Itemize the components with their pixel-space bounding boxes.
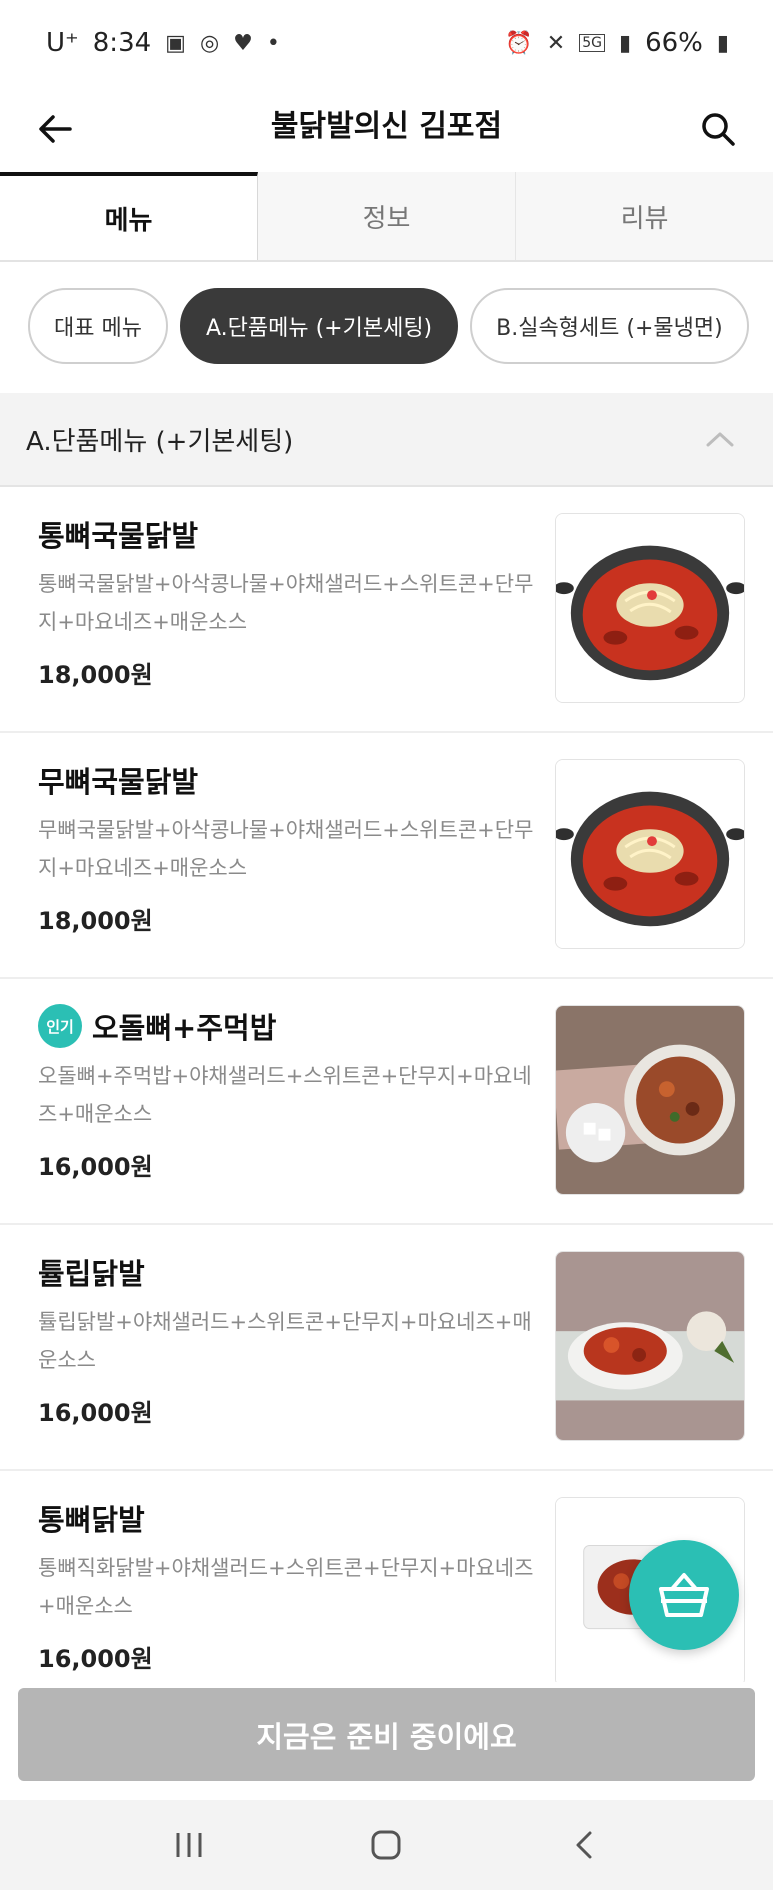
menu-item-info: 통뼈국물닭발 통뼈국물닭발+아삭콩나물+야채샐러드+스위트콘+단무지+마요네즈+… [38, 511, 538, 690]
home-button[interactable] [346, 1815, 426, 1875]
menu-item-name: 통뼈국물닭발 [38, 519, 199, 553]
chevron-up-icon[interactable] [705, 427, 735, 451]
menu-item[interactable]: 무뼈국물닭발 무뼈국물닭발+아삭콩나물+야채샐러드+스위트콘+단무지+마요네즈+… [0, 733, 773, 979]
chip-single-menu[interactable]: A.단품메뉴 (+기본세팅) [179, 288, 459, 364]
tab-menu[interactable]: 메뉴 [0, 172, 258, 260]
tab-reviews[interactable]: 리뷰 [516, 172, 773, 260]
battery-level: 66% [645, 28, 703, 58]
menu-item-description: 통뼈직화닭발+야채샐러드+스위트콘+단무지+마요네즈+매운소스 [38, 1556, 534, 1618]
clock: 8:34 [92, 28, 152, 58]
menu-item-photo[interactable] [555, 1251, 745, 1441]
dot-icon: • [266, 30, 280, 56]
section-title: A.단품메뉴 (+기본세팅) [26, 426, 294, 457]
basket-icon [659, 1573, 709, 1617]
menu-item-info: 인기 오돌뼈+주먹밥 오돌뼈+주먹밥+야채샐러드+스위트콘+단무지+마요네즈+매… [38, 1003, 538, 1182]
cart-button[interactable] [629, 1540, 739, 1650]
menu-item-description: 오돌뼈+주먹밥+야채샐러드+스위트콘+단무지+마요네즈+매운소스 [38, 1064, 532, 1126]
battery-icon: ▮ [716, 30, 729, 56]
preparing-button[interactable]: 지금은 준비 중이에요 [18, 1688, 755, 1781]
status-left: U⁺ 8:34 ▣ ◎ ♥ • [46, 28, 280, 58]
status-right: ⏰ ✕ 5G ▮ 66% ▮ [505, 28, 729, 58]
carrier-label: U⁺ [46, 28, 79, 58]
menu-item-price: 16,000원 [38, 1645, 153, 1673]
menu-item-description: 튤립닭발+야채샐러드+스위트콘+단무지+마요네즈+매운소스 [38, 1310, 532, 1372]
menu-item-price: 18,000원 [38, 907, 153, 935]
menu-item-name-row: 통뼈닭발 [38, 1495, 538, 1541]
menu-item-description: 통뼈국물닭발+아삭콩나물+야채샐러드+스위트콘+단무지+마요네즈+매운소스 [38, 572, 534, 634]
menu-item-name-row: 인기 오돌뼈+주먹밥 [38, 1003, 538, 1049]
status-bar: U⁺ 8:34 ▣ ◎ ♥ • ⏰ ✕ 5G ▮ 66% ▮ [0, 0, 773, 86]
heart-icon: ♥ [233, 30, 253, 56]
menu-item-price: 16,000원 [38, 1399, 153, 1427]
home-icon [371, 1830, 401, 1860]
menu-item-description: 무뼈국물닭발+아삭콩나물+야채샐러드+스위트콘+단무지+마요네즈+매운소스 [38, 818, 534, 880]
menu-item-price: 18,000원 [38, 661, 153, 689]
menu-item-name-row: 무뼈국물닭발 [38, 757, 538, 803]
screenshot-icon: ▣ [165, 30, 186, 56]
popular-badge: 인기 [38, 1004, 82, 1048]
section-header[interactable]: A.단품메뉴 (+기본세팅) [0, 393, 773, 487]
chevron-left-icon [576, 1831, 592, 1859]
signal-icon: ▮ [618, 30, 632, 56]
chip-value-set[interactable]: B.실속형세트 (+물냉면) [470, 288, 749, 364]
menu-item[interactable]: 통뼈국물닭발 통뼈국물닭발+아삭콩나물+야채샐러드+스위트콘+단무지+마요네즈+… [0, 487, 773, 733]
menu-item-info: 튤립닭발 튤립닭발+야채샐러드+스위트콘+단무지+마요네즈+매운소스 16,00… [38, 1249, 538, 1428]
menu-item[interactable]: 인기 오돌뼈+주먹밥 오돌뼈+주먹밥+야채샐러드+스위트콘+단무지+마요네즈+매… [0, 979, 773, 1225]
menu-item-info: 통뼈닭발 통뼈직화닭발+야채샐러드+스위트콘+단무지+마요네즈+매운소스 16,… [38, 1495, 538, 1674]
menu-item-photo[interactable] [555, 513, 745, 703]
mute-icon: ✕ [546, 30, 566, 56]
tab-info[interactable]: 정보 [258, 172, 516, 260]
menu-item-name: 통뼈닭발 [38, 1503, 145, 1537]
menu-item-name: 튤립닭발 [38, 1257, 145, 1291]
category-chips: 대표 메뉴 A.단품메뉴 (+기본세팅) B.실속형세트 (+물냉면) [0, 288, 773, 368]
soup-pot-image [556, 514, 744, 702]
menu-item-info: 무뼈국물닭발 무뼈국물닭발+아삭콩나물+야채샐러드+스위트콘+단무지+마요네즈+… [38, 757, 538, 936]
soup-pot-image [556, 760, 744, 948]
menu-item-photo[interactable] [555, 759, 745, 949]
recent-apps-icon [176, 1833, 202, 1857]
plate-table-image [556, 1006, 744, 1194]
app-header: 불닭발의신 김포점 [0, 86, 773, 176]
alarm-icon: ⏰ [505, 30, 533, 56]
menu-item-name: 오돌뼈+주먹밥 [92, 1011, 277, 1045]
system-nav-bar [0, 1800, 773, 1890]
menu-item-photo[interactable] [555, 1005, 745, 1195]
plate-cloth-image [556, 1252, 744, 1440]
menu-item-price: 16,000원 [38, 1153, 153, 1181]
network-label: 5G [579, 34, 605, 52]
search-button[interactable] [693, 104, 743, 154]
search-icon [702, 113, 735, 146]
recent-apps-button[interactable] [149, 1815, 229, 1875]
page-title: 불닭발의신 김포점 [270, 109, 503, 144]
back-button[interactable] [30, 104, 80, 154]
back-arrow-icon [39, 115, 72, 143]
tab-bar: 메뉴 정보 리뷰 [0, 172, 773, 262]
ring-icon: ◎ [199, 30, 220, 56]
menu-item-name-row: 튤립닭발 [38, 1249, 538, 1295]
menu-list: 통뼈국물닭발 통뼈국물닭발+아삭콩나물+야채샐러드+스위트콘+단무지+마요네즈+… [0, 487, 773, 1717]
menu-item-name-row: 통뼈국물닭발 [38, 511, 538, 557]
system-back-button[interactable] [544, 1815, 624, 1875]
menu-item[interactable]: 튤립닭발 튤립닭발+야채샐러드+스위트콘+단무지+마요네즈+매운소스 16,00… [0, 1225, 773, 1471]
chip-signature-menu[interactable]: 대표 메뉴 [28, 288, 168, 364]
menu-item-name: 무뼈국물닭발 [38, 765, 199, 799]
